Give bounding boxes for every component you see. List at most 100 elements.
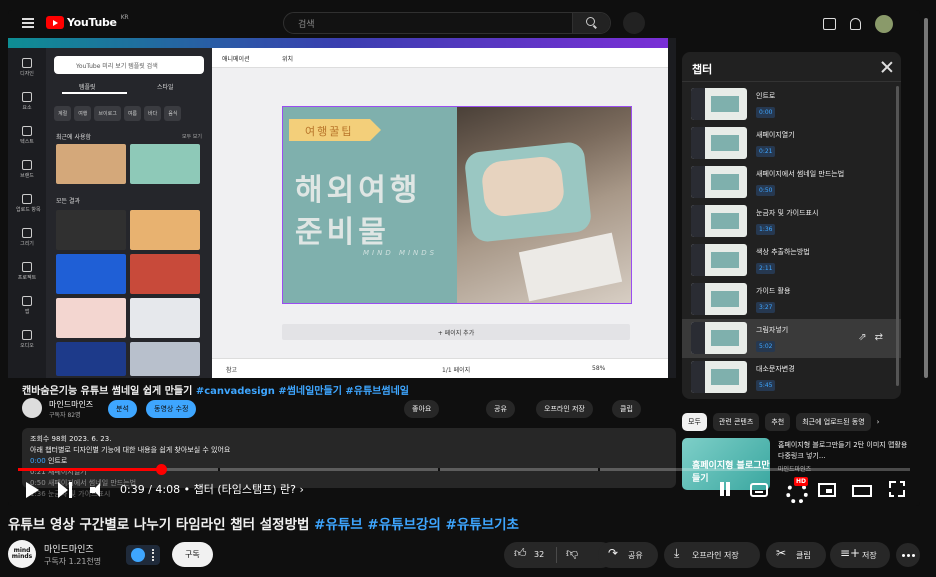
bell-icon [850, 18, 861, 30]
more-horiz-icon [902, 553, 905, 557]
chapter-item[interactable]: 색상 추출하는방법 2:11 [682, 241, 901, 280]
canva-sidebar-item: 앱 [16, 296, 38, 315]
canva-sidebar: 디자인 요소 텍스트 브랜드 업로드 항목 그리기 프로젝트 앱 오디오 [8, 48, 46, 378]
share-button[interactable]: ↷ 공유 [598, 542, 658, 568]
avatar [22, 398, 42, 418]
canva-all-results-label: 모든 결과 [56, 198, 80, 205]
chapter-item[interactable]: 새페이지열기 0:21 [682, 124, 901, 163]
chapter-item[interactable]: 눈금자 및 가이드표시 1:36 [682, 202, 901, 241]
canva-sidebar-item: 브랜드 [16, 160, 38, 179]
progress-bar[interactable] [18, 464, 910, 475]
slide-signature: MIND MINDS [363, 249, 438, 257]
thumbnail-slide: 여행꿀팁 해외여행 준비물 MIND MINDS [282, 106, 632, 304]
chapters-title: 챕터 [692, 63, 713, 76]
pause-icon[interactable] [716, 480, 734, 498]
add-page-button: + 페이지 추가 [282, 324, 630, 340]
slide-tag: 여행꿀팁 [289, 119, 381, 141]
chapter-share-loop-icons[interactable]: ⇗⇄ [858, 332, 891, 343]
volume-icon[interactable] [90, 483, 106, 497]
avatar [875, 15, 893, 33]
canva-sidebar-item: 오디오 [16, 330, 38, 349]
chapters-panel: 챕터 인트로 0:00 새페이지열기 0:21 새페이지에서 썸네일 만드는법 0:5… [682, 52, 901, 399]
progress-fill [18, 468, 161, 471]
channel-row: mind minds 마인드마인즈 구독자 1.21천명 구독 [8, 540, 408, 570]
download-icon: ⤓ [674, 546, 680, 560]
template-thumb [130, 210, 200, 250]
template-thumb [130, 254, 200, 294]
time-display[interactable]: 0:39 / 4:08 • 챕터 (타임스탬프) 란? › [120, 481, 304, 497]
recorded-filter-chips: 모두 관련 콘텐츠 추천 최근에 업로드된 동영 › [682, 413, 879, 431]
youtube-play-icon [46, 16, 64, 29]
play-icon[interactable] [26, 482, 39, 498]
menu-icon [22, 18, 34, 28]
playlist-add-icon: ≡+ [840, 546, 861, 560]
chapter-thumbnail [691, 166, 747, 198]
canva-search: YouTube 미리 보기 템플릿 검색 [54, 56, 204, 74]
chapter-item[interactable]: 가이드 활용 3:27 [682, 280, 901, 319]
offline-save-button[interactable]: ⤓ 오프라인 저장 [664, 542, 760, 568]
chapter-item[interactable]: 인트로 0:00 [682, 85, 901, 124]
video-title: 유튜브 영상 구간별로 나누기 타임라인 챕터 설정방법 #유튜브 #유튜브강의… [8, 517, 519, 533]
like-count[interactable]: 32 [534, 550, 544, 559]
chapter-item[interactable]: 대소문자변경 5:45 [682, 358, 901, 397]
save-button[interactable]: ≡+ 저장 [830, 542, 890, 568]
extension-icon [131, 548, 145, 562]
extension-button[interactable] [126, 545, 160, 565]
video-player[interactable]: YouTube KR 검색 디자인 요소 텍스트 브랜드 업로드 항목 그리기 프… [8, 10, 920, 506]
template-thumb [130, 144, 200, 184]
slide-title-2: 준비물 [295, 215, 390, 250]
captions-icon[interactable] [750, 483, 768, 497]
canva-view-all: 모두 보기 [182, 134, 202, 140]
chapter-thumbnail [691, 127, 747, 159]
chapter-item[interactable]: 새페이지에서 썸네일 만드는법 0:50 [682, 163, 901, 202]
chapter-thumbnail [691, 322, 747, 354]
canva-chips: 계절 여행 브이로그 여름 바다 음식 [54, 106, 204, 121]
next-icon[interactable] [58, 482, 72, 498]
create-icon [823, 18, 836, 30]
theater-mode-icon[interactable] [852, 484, 872, 497]
canva-editor: 애니메이션 위치 여행꿀팁 해외여행 준비물 MIND MINDS + 페이지 … [212, 48, 668, 378]
template-thumb [56, 298, 126, 338]
player-controls: 0:39 / 4:08 • 챕터 (타임스탬프) 란? › HD [8, 474, 920, 506]
recorded-header-icons [823, 15, 893, 33]
recorded-youtube-header: YouTube KR 검색 [8, 10, 920, 38]
chapter-item-active[interactable]: 그림자넣기 5:02 ⇗⇄ [682, 319, 901, 358]
clip-button[interactable]: ✂ 클립 [766, 542, 826, 568]
canva-sidebar-item: 디자인 [16, 58, 38, 77]
settings-gear-icon[interactable]: HD [784, 477, 808, 504]
canva-sidebar-item: 업로드 항목 [16, 194, 41, 213]
canva-tabs: 템플릿 스타일 [54, 80, 204, 94]
subscriber-count: 구독자 1.21천명 [44, 557, 102, 566]
subscribe-button[interactable]: 구독 [172, 542, 213, 567]
canva-sidebar-item: 그리기 [16, 228, 38, 247]
chevron-right-icon: › [876, 418, 880, 426]
miniplayer-icon[interactable] [818, 483, 836, 497]
chapter-thumbnail [691, 244, 747, 276]
channel-name[interactable]: 마인드마인즈 [44, 542, 94, 555]
scissors-icon: ✂ [776, 546, 787, 560]
recorded-video-title: 캔바숨은기능 유튜브 썸네일 쉽게 만들기 #canvadesign #썸네일만… [22, 386, 409, 397]
template-thumb [56, 144, 126, 184]
more-actions-button[interactable] [896, 543, 920, 567]
chapters-scrollbar[interactable] [896, 86, 899, 386]
template-thumb [130, 298, 200, 338]
thumbs-up-icon[interactable]: 👍︎ [514, 546, 527, 560]
template-thumb [56, 342, 126, 376]
more-vert-icon [152, 549, 154, 561]
canva-recent-label: 최근에 사용함 [56, 134, 92, 141]
page-scrollbar[interactable] [924, 18, 928, 378]
canva-sidebar-item: 프로젝트 [16, 262, 38, 281]
recorded-search-box: 검색 [283, 12, 611, 34]
fullscreen-icon[interactable] [888, 480, 906, 498]
hashtags[interactable]: #유튜브 #유튜브강의 #유튜브기초 [314, 517, 519, 533]
channel-avatar[interactable]: mind minds [8, 540, 36, 568]
canva-top-bar [8, 38, 668, 48]
template-thumb [56, 254, 126, 294]
close-icon[interactable] [881, 61, 893, 73]
thumbs-down-icon[interactable]: 👎︎ [566, 546, 578, 560]
slide-title-1: 해외여행 [295, 173, 422, 208]
canva-sidebar-item: 요소 [16, 92, 38, 111]
youtube-logo: YouTube KR [46, 14, 129, 29]
canva-bottom-bar: 참고 1/1 페이지 58% [212, 358, 668, 378]
chapters-header: 챕터 [682, 52, 901, 82]
